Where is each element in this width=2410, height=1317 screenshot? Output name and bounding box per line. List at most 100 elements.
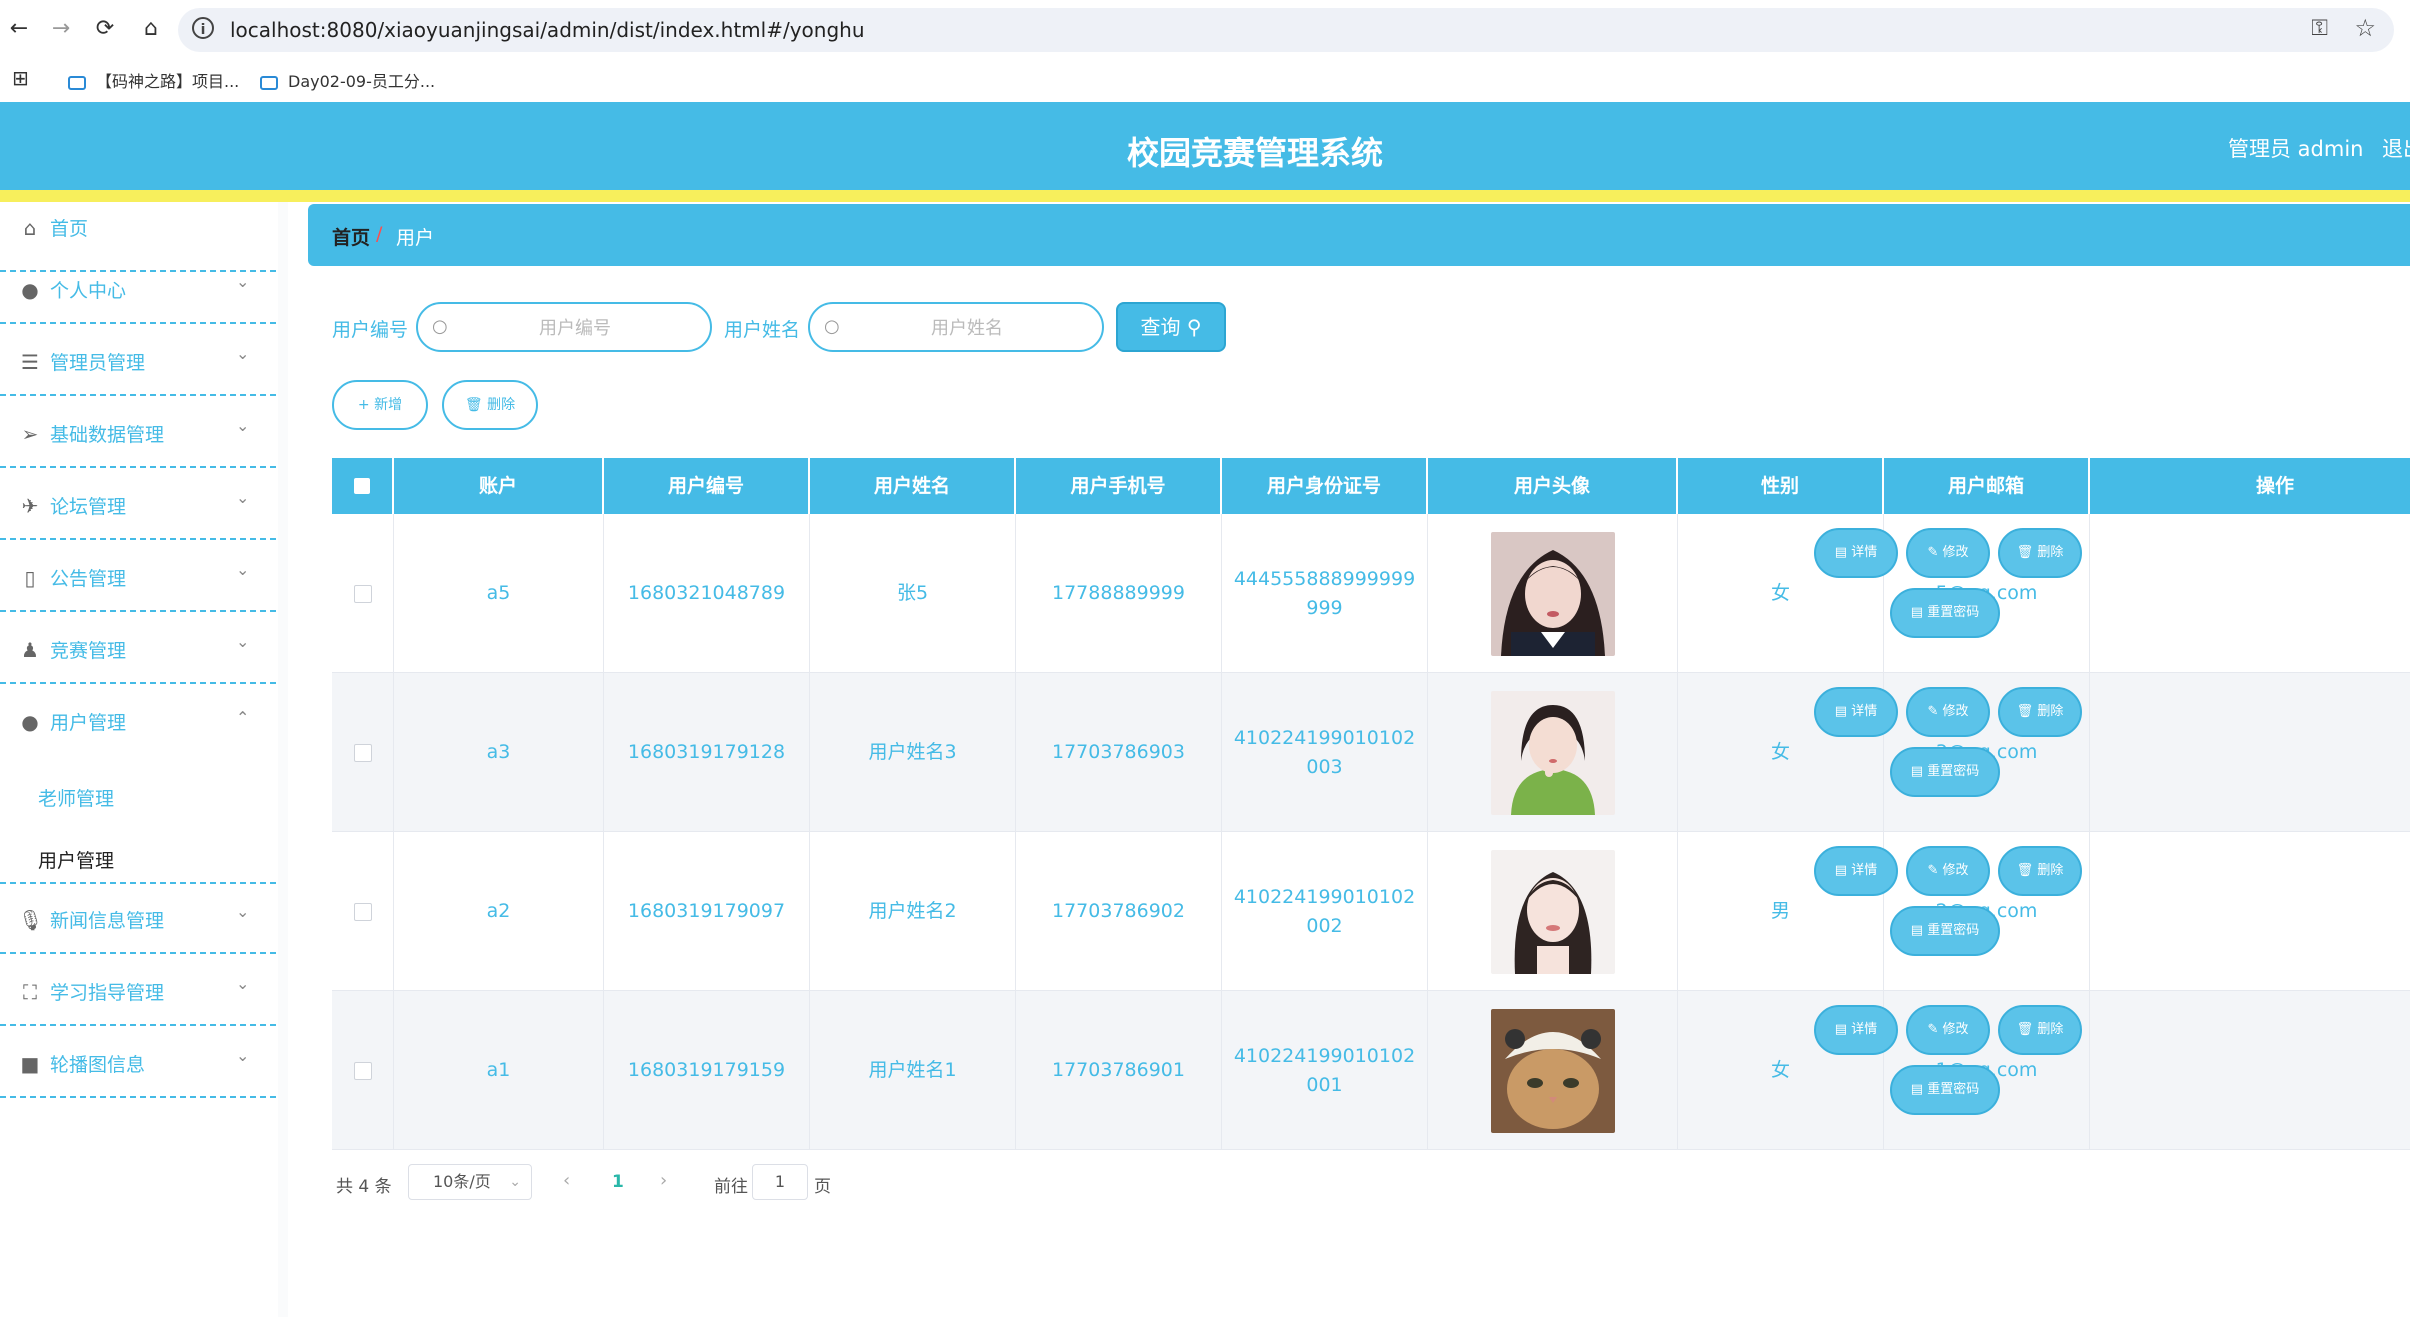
cell-name: 用户姓名2 bbox=[810, 832, 1016, 991]
address-bar[interactable]: i localhost:8080/xiaoyuanjingsai/admin/d… bbox=[178, 8, 2394, 52]
col-name: 用户姓名 bbox=[810, 458, 1016, 514]
row-checkbox[interactable] bbox=[353, 743, 372, 762]
delete-button[interactable]: 🗑 删除 bbox=[1998, 528, 2082, 578]
pagination-total: 共 4 条 bbox=[336, 1177, 392, 1197]
col-gender: 性别 bbox=[1678, 458, 1884, 514]
trash-icon: 🗑 bbox=[2016, 1022, 2038, 1037]
key-icon[interactable]: ⚿ bbox=[2311, 16, 2328, 41]
select-all-checkbox[interactable] bbox=[354, 478, 370, 494]
person-icon: ● bbox=[21, 278, 39, 302]
search-name-field[interactable]: ○ bbox=[808, 302, 1104, 352]
detail-button[interactable]: ▤ 详情 bbox=[1814, 846, 1898, 896]
back-icon[interactable]: ← bbox=[4, 14, 34, 44]
address-url[interactable]: localhost:8080/xiaoyuanjingsai/admin/dis… bbox=[230, 18, 865, 42]
detail-button[interactable]: ▤ 详情 bbox=[1814, 687, 1898, 737]
app-header: 校园竞赛管理系统 管理员 admin 退出 bbox=[0, 102, 2410, 190]
col-email: 用户邮箱 bbox=[1884, 458, 2090, 514]
avatar-image[interactable] bbox=[1490, 531, 1615, 656]
sidebar-item-admins[interactable]: ☰ 管理员管理 ⌄ bbox=[0, 326, 276, 396]
home-icon[interactable]: ⌂ bbox=[136, 14, 166, 44]
delete-button[interactable]: 🗑 删除 bbox=[1998, 846, 2082, 896]
sidebar-subitem-users[interactable]: 用户管理 bbox=[38, 846, 114, 873]
sidebar-item-study[interactable]: ⛶ 学习指导管理 ⌄ bbox=[0, 956, 276, 1026]
detail-button[interactable]: ▤ 详情 bbox=[1814, 1005, 1898, 1055]
apps-grid-icon[interactable]: ⊞ bbox=[12, 66, 29, 90]
sidebar-item-personal[interactable]: ● 个人中心 ⌄ bbox=[0, 254, 276, 324]
avatar-image[interactable] bbox=[1490, 1008, 1615, 1133]
edit-button[interactable]: ✎ 修改 bbox=[1906, 1005, 1990, 1055]
cell-number: 1680319179128 bbox=[604, 673, 810, 832]
col-id-card: 用户身份证号 bbox=[1222, 458, 1428, 514]
edit-button[interactable]: ✎ 修改 bbox=[1906, 846, 1990, 896]
cell-phone: 17788889999 bbox=[1016, 514, 1222, 673]
reset-password-button[interactable]: ▤ 重置密码 bbox=[1890, 906, 2000, 956]
row-checkbox[interactable] bbox=[353, 902, 372, 921]
next-page-button[interactable]: › bbox=[660, 1170, 667, 1191]
row-checkbox[interactable] bbox=[353, 584, 372, 603]
trash-icon: 🗑 bbox=[2016, 704, 2038, 719]
bilibili-icon bbox=[260, 76, 278, 90]
cell-operations: ▤ 详情 ✎ 修改 🗑 删除 ▤ 重置密码 bbox=[1814, 832, 2410, 991]
row-checkbox[interactable] bbox=[353, 1061, 372, 1080]
sidebar-item-carousel[interactable]: ■ 轮播图信息 ⌄ bbox=[0, 1028, 276, 1098]
forward-icon[interactable]: → bbox=[46, 14, 76, 44]
bilibili-icon bbox=[68, 76, 86, 90]
reset-password-button[interactable]: ▤ 重置密码 bbox=[1890, 747, 2000, 797]
search-name-input[interactable] bbox=[850, 312, 1084, 344]
goto-page-input[interactable]: 1 bbox=[752, 1164, 808, 1200]
edit-icon: ✎ bbox=[1927, 863, 1943, 878]
chevron-down-icon: ⌄ bbox=[509, 1174, 521, 1190]
breadcrumb: 首页 / 用户 bbox=[308, 204, 2410, 266]
detail-button[interactable]: ▤ 详情 bbox=[1814, 528, 1898, 578]
cell-avatar bbox=[1428, 832, 1678, 991]
batch-delete-button[interactable]: 🗑 删除 bbox=[442, 380, 538, 430]
cell-number: 1680319179097 bbox=[604, 832, 810, 991]
page-number-current[interactable]: 1 bbox=[612, 1172, 624, 1192]
bookmark-star-icon[interactable]: ☆ bbox=[2354, 14, 2376, 42]
breadcrumb-home[interactable]: 首页 bbox=[332, 223, 370, 250]
page-size-select[interactable]: 10条/页 ⌄ bbox=[408, 1164, 532, 1200]
cell-number: 1680321048789 bbox=[604, 514, 810, 673]
sidebar-item-competition[interactable]: ♟ 竞赛管理 ⌄ bbox=[0, 614, 276, 684]
reset-password-button[interactable]: ▤ 重置密码 bbox=[1890, 1065, 2000, 1115]
bookmark-1[interactable]: 【码神之路】项目... bbox=[68, 68, 239, 92]
document-icon: ▤ bbox=[1910, 764, 1928, 779]
phone-icon: ▯ bbox=[24, 566, 36, 590]
send-icon: ➢ bbox=[21, 422, 39, 446]
search-number-input[interactable] bbox=[458, 312, 692, 344]
query-button[interactable]: 查询 ⚲ bbox=[1116, 302, 1226, 352]
sidebar-item-users[interactable]: ● 用户管理 ⌃ 老师管理 用户管理 bbox=[0, 686, 276, 884]
bookmark-2[interactable]: Day02-09-员工分... bbox=[260, 68, 435, 92]
add-button[interactable]: + 新增 bbox=[332, 380, 428, 430]
search-icon: ○ bbox=[432, 316, 448, 337]
sidebar-item-news[interactable]: 🎙 新闻信息管理 ⌄ bbox=[0, 884, 276, 954]
sidebar-item-forum[interactable]: ✈ 论坛管理 ⌄ bbox=[0, 470, 276, 540]
sidebar-item-notice[interactable]: ▯ 公告管理 ⌄ bbox=[0, 542, 276, 612]
avatar-image[interactable] bbox=[1490, 849, 1615, 974]
current-user: 管理员 admin bbox=[2228, 137, 2364, 161]
reload-icon[interactable]: ⟳ bbox=[90, 14, 120, 44]
site-info-icon[interactable]: i bbox=[192, 17, 214, 39]
edit-icon: ✎ bbox=[1927, 545, 1943, 560]
edit-button[interactable]: ✎ 修改 bbox=[1906, 687, 1990, 737]
edit-button[interactable]: ✎ 修改 bbox=[1906, 528, 1990, 578]
avatar-image[interactable] bbox=[1490, 690, 1615, 815]
prev-page-button[interactable]: ‹ bbox=[563, 1170, 570, 1191]
cell-id-card: 410224199010102002 bbox=[1222, 832, 1428, 991]
logout-link[interactable]: 退出 bbox=[2382, 133, 2410, 163]
sidebar-subitem-teachers[interactable]: 老师管理 bbox=[38, 784, 114, 811]
col-account: 账户 bbox=[394, 458, 604, 514]
search-number-field[interactable]: ○ bbox=[416, 302, 712, 352]
sidebar-item-basic-data[interactable]: ➢ 基础数据管理 ⌄ bbox=[0, 398, 276, 468]
reset-password-button[interactable]: ▤ 重置密码 bbox=[1890, 588, 2000, 638]
chevron-down-icon: ⌄ bbox=[236, 902, 250, 921]
cell-avatar bbox=[1428, 514, 1678, 673]
table-row: a2 1680319179097 用户姓名2 17703786902 410224199… bbox=[332, 832, 2410, 991]
delete-button[interactable]: 🗑 删除 bbox=[1998, 687, 2082, 737]
delete-button[interactable]: 🗑 删除 bbox=[1998, 1005, 2082, 1055]
cell-phone: 17703786902 bbox=[1016, 832, 1222, 991]
goto-suffix: 页 bbox=[814, 1177, 831, 1197]
col-avatar: 用户头像 bbox=[1428, 458, 1678, 514]
header-select-all[interactable] bbox=[332, 458, 394, 514]
sidebar: ⌂ 首页 ● 个人中心 ⌄ ☰ 管理员管理 ⌄ ➢ 基础数据管理 ⌄ ✈ 论坛管… bbox=[0, 202, 278, 1317]
